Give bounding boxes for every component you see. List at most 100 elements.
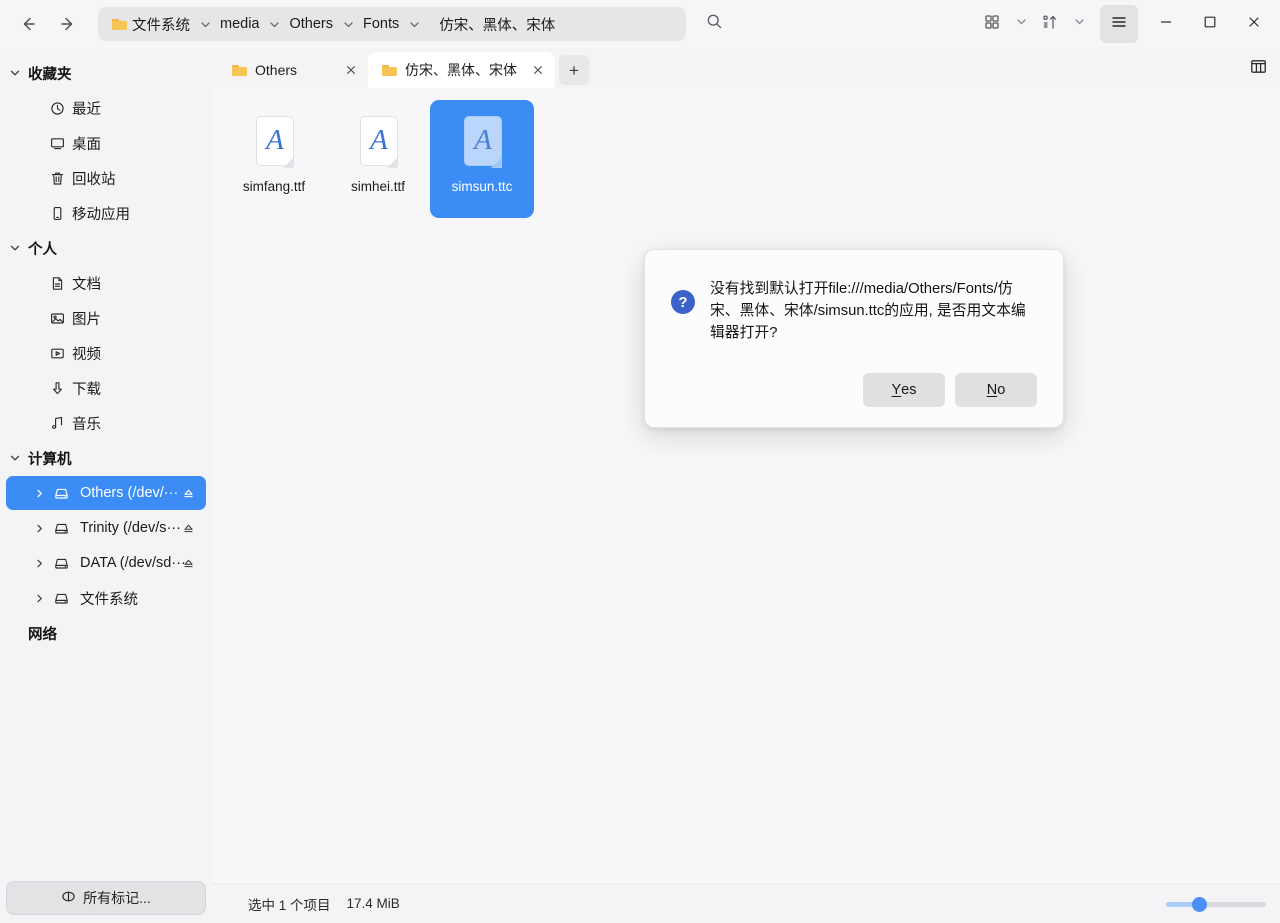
chevron-down-icon[interactable] (194, 13, 216, 35)
minimize-button[interactable] (1144, 2, 1188, 46)
maximize-icon (1203, 15, 1217, 34)
sidebar-item-network[interactable]: 网络 (0, 616, 212, 650)
yes-button[interactable]: Yes (863, 373, 945, 407)
back-button[interactable] (8, 7, 48, 41)
breadcrumb-item-others[interactable]: Others (286, 13, 338, 35)
eject-icon[interactable] (180, 485, 196, 501)
sidebar-item-label: 最近 (72, 101, 101, 118)
close-button[interactable] (1232, 2, 1276, 46)
grid-view-icon (984, 14, 1000, 35)
chevron-down-icon[interactable] (403, 13, 425, 35)
dialog-body: ? 没有找到默认打开file:///media/Others/Fonts/仿宋、… (671, 278, 1037, 344)
sidebar-item-drive-trinity[interactable]: Trinity (/dev/s··· (6, 511, 206, 545)
breadcrumb-item-media[interactable]: media (216, 13, 264, 35)
title-bar: 文件系统 media Others Fonts 仿宋、黑体、宋体 (0, 0, 1280, 48)
download-icon (48, 379, 66, 397)
dialog-actions: Yes No (671, 373, 1037, 407)
sidebar-group-favorites[interactable]: 收藏夹 (0, 56, 212, 90)
sidebar-item-music[interactable]: 音乐 (6, 406, 206, 440)
icon-grid: A simfang.ttf A simhei.ttf A simsun.ttc (222, 100, 1270, 218)
plus-icon: + (569, 60, 579, 80)
no-rest: o (997, 382, 1006, 398)
view-dropdown-button[interactable] (1008, 8, 1034, 40)
sidebar-item-downloads[interactable]: 下载 (6, 371, 206, 405)
sidebar-item-videos[interactable]: 视频 (6, 336, 206, 370)
zoom-slider-thumb[interactable] (1192, 896, 1207, 912)
open-with-dialog: ? 没有找到默认打开file:///media/Others/Fonts/仿宋、… (644, 249, 1064, 428)
no-button[interactable]: No (955, 373, 1037, 407)
breadcrumb-item-fonts[interactable]: Fonts (359, 13, 403, 35)
chevron-down-icon (1073, 15, 1086, 33)
sidebar-item-documents[interactable]: 文档 (6, 266, 206, 300)
grid-view-button[interactable] (976, 8, 1008, 40)
no-label: N (986, 382, 998, 398)
sidebar-group-personal[interactable]: 个人 (0, 231, 212, 265)
breadcrumb-item-filesystem[interactable]: 文件系统 (108, 11, 194, 38)
chevron-down-icon[interactable] (264, 13, 286, 35)
music-icon (48, 414, 66, 432)
sidebar: 收藏夹 最近 桌面 回收站 移动应用 个人 文档 图片 视频 下载 音乐 计算机… (0, 48, 212, 923)
sidebar-item-desktop[interactable]: 桌面 (6, 126, 206, 160)
content-area: Others 仿宋、黑体、宋体 + A simfang.ttf A simhei… (212, 48, 1280, 923)
file-name: simsun.ttc (451, 179, 513, 194)
tab-close-icon[interactable] (527, 59, 549, 81)
selection-count-label: 选中 1 个项目 (248, 897, 331, 913)
chevron-right-icon[interactable] (32, 521, 46, 535)
file-item[interactable]: A simfang.ttf (222, 100, 326, 218)
sidebar-group-computer[interactable]: 计算机 (0, 441, 212, 475)
sidebar-item-drive-others[interactable]: Others (/dev/··· (6, 476, 206, 510)
sidebar-item-drive-filesystem[interactable]: 文件系统 (6, 581, 206, 615)
file-item[interactable]: A simhei.ttf (326, 100, 430, 218)
zoom-slider[interactable] (1166, 896, 1266, 912)
font-file-icon: A (458, 114, 506, 170)
file-manager-window: 文件系统 media Others Fonts 仿宋、黑体、宋体 收藏夹 最近 … (0, 0, 1280, 923)
sort-button[interactable] (1034, 8, 1066, 40)
sidebar-item-label: 桌面 (72, 136, 101, 153)
page-fold (491, 157, 502, 168)
font-file-icon: A (250, 114, 298, 170)
sidebar-item-pictures[interactable]: 图片 (6, 301, 206, 335)
font-glyph: A (266, 123, 284, 156)
sidebar-item-trash[interactable]: 回收站 (6, 161, 206, 195)
drive-icon (52, 589, 70, 607)
drive-icon (52, 519, 70, 537)
chevron-down-icon (6, 449, 24, 467)
minimize-icon (1159, 15, 1173, 34)
sort-dropdown-button[interactable] (1066, 8, 1092, 40)
split-view-button[interactable] (1244, 55, 1272, 83)
close-icon (1247, 15, 1261, 34)
tag-icon (61, 889, 76, 907)
chevron-right-icon[interactable] (32, 556, 46, 570)
eject-icon[interactable] (180, 520, 196, 536)
menu-button[interactable] (1100, 5, 1138, 43)
font-glyph: A (370, 123, 388, 156)
all-tags-button[interactable]: 所有标记... (6, 881, 206, 915)
new-tab-button[interactable]: + (559, 55, 589, 85)
chevron-down-icon[interactable] (337, 13, 359, 35)
forward-button[interactable] (48, 7, 88, 41)
all-tags-label: 所有标记... (83, 890, 151, 906)
view-controls (976, 5, 1138, 43)
chevron-right-icon[interactable] (32, 591, 46, 605)
sidebar-item-mobile-apps[interactable]: 移动应用 (6, 196, 206, 230)
chevron-down-icon (6, 239, 24, 257)
breadcrumb-label: Fonts (363, 16, 400, 32)
sidebar-item-drive-data[interactable]: DATA (/dev/sd··· (6, 546, 206, 580)
sidebar-item-label: 下载 (72, 381, 101, 398)
page-fold (283, 157, 294, 168)
tab-close-icon[interactable] (340, 59, 362, 81)
search-button[interactable] (694, 7, 734, 41)
chevron-right-icon[interactable] (32, 486, 46, 500)
sidebar-item-label: 文件系统 (80, 591, 138, 608)
breadcrumb-item-current[interactable]: 仿宋、黑体、宋体 (435, 11, 559, 38)
drive-icon (52, 484, 70, 502)
file-list-pane[interactable]: A simfang.ttf A simhei.ttf A simsun.ttc (212, 88, 1280, 883)
maximize-button[interactable] (1188, 2, 1232, 46)
sidebar-item-label: Others (/dev/··· (80, 485, 179, 501)
tab-fangsong-heiti-songti[interactable]: 仿宋、黑体、宋体 (368, 52, 555, 88)
sidebar-item-recent[interactable]: 最近 (6, 91, 206, 125)
tab-others[interactable]: Others (218, 52, 368, 88)
file-item-selected[interactable]: A simsun.ttc (430, 100, 534, 218)
eject-icon[interactable] (180, 555, 196, 571)
split-view-icon (1250, 58, 1267, 80)
